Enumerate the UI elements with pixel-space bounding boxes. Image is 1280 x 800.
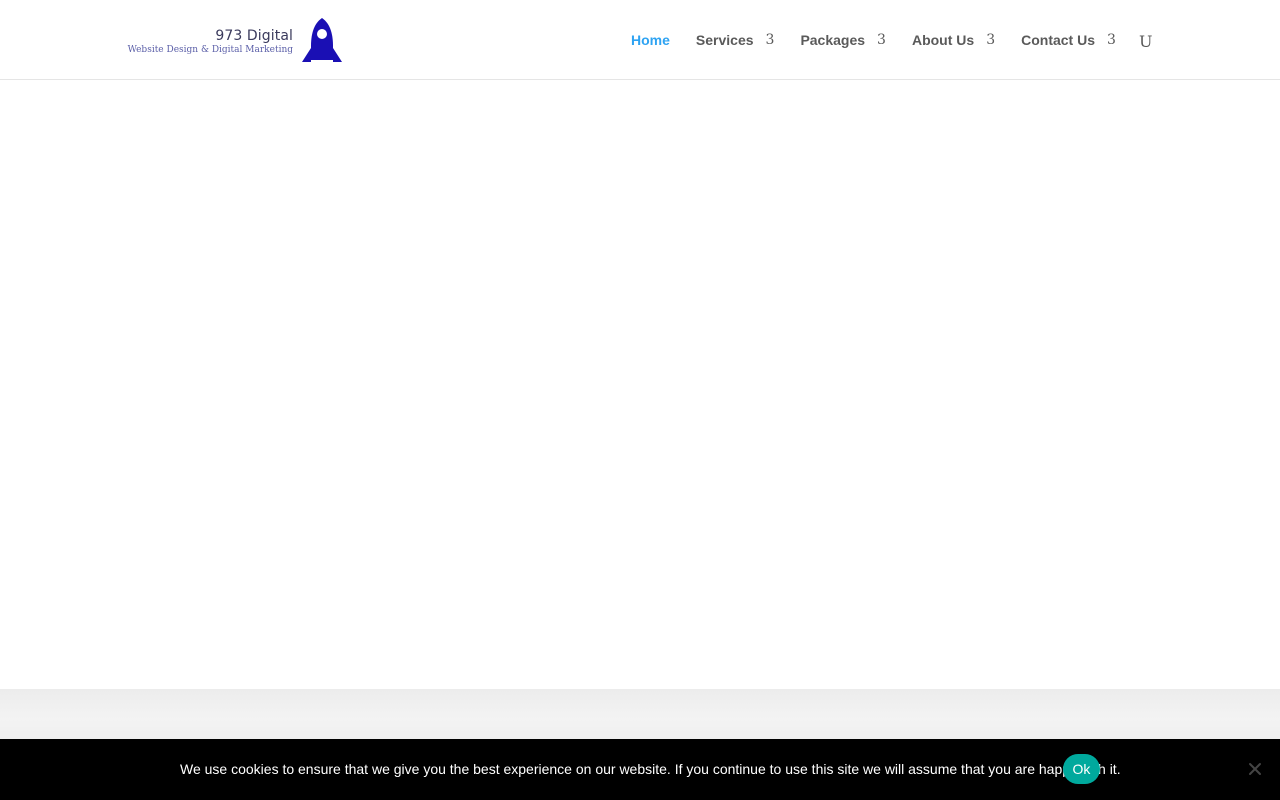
cookie-notice: We use cookies to ensure that we give yo… — [0, 739, 1280, 800]
nav-contact-us-label: Contact Us — [1021, 32, 1096, 48]
main-nav: Home Services 3 Packages 3 About Us 3 Co… — [631, 0, 1152, 80]
nav-services-label: Services — [695, 32, 754, 48]
site-logo[interactable]: 973 Digital Website Design & Digital Mar… — [127, 16, 345, 64]
nav-about-us[interactable]: About Us 3 — [912, 32, 995, 48]
nav-home[interactable]: Home — [631, 32, 670, 48]
nav-packages-label: Packages — [800, 32, 866, 48]
chevron-down-icon: 3 — [1107, 32, 1116, 48]
nav-home-label: Home — [631, 32, 670, 48]
nav-services[interactable]: Services 3 — [696, 32, 775, 48]
chevron-down-icon: 3 — [986, 32, 996, 48]
rocket-icon — [302, 18, 342, 62]
nav-about-us-label: About Us — [911, 32, 975, 48]
site-header: 973 Digital Website Design & Digital Mar… — [0, 0, 1280, 80]
logo-tagline: Website Design & Digital Marketing — [127, 45, 293, 55]
hero-section — [0, 81, 1280, 689]
chevron-down-icon: 3 — [765, 32, 775, 48]
cookie-ok-button[interactable]: Ok — [1063, 754, 1100, 784]
content-band — [0, 689, 1280, 739]
close-icon[interactable] — [1247, 761, 1263, 777]
nav-packages[interactable]: Packages 3 — [800, 32, 886, 48]
cookie-message: We use cookies to ensure that we give yo… — [180, 761, 1121, 777]
nav-contact-us[interactable]: Contact Us 3 — [1021, 32, 1116, 48]
logo-name: 973 Digital — [215, 28, 293, 44]
search-icon[interactable]: U — [1139, 32, 1152, 51]
chevron-down-icon: 3 — [877, 32, 886, 48]
